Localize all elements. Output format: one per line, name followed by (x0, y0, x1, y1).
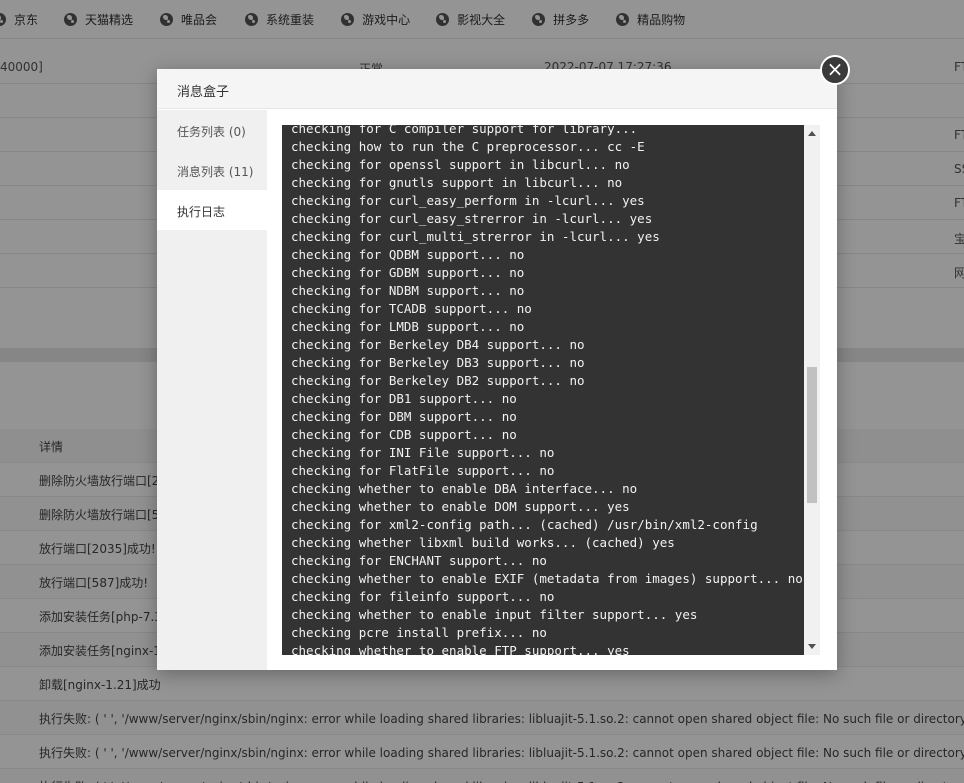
log-line: checking for curl_easy_perform in -lcurl… (291, 193, 645, 208)
dialog-sidebar: 任务列表 (0) 消息列表 (11) 执行日志 (157, 110, 267, 670)
log-line: checking whether to enable input filter … (291, 607, 698, 622)
close-icon[interactable]: × (820, 55, 850, 85)
dialog-content: checking for C compiler support for libr… (267, 110, 837, 670)
log-output: checking for C compiler support for libr… (291, 125, 803, 655)
log-scrollbar[interactable] (804, 125, 820, 655)
execution-log-console[interactable]: checking for C compiler support for libr… (282, 125, 820, 655)
log-line: checking for openssl support in libcurl.… (291, 157, 630, 172)
log-line: checking for FlatFile support... no (291, 463, 555, 478)
log-line: checking whether to enable DBA interface… (291, 481, 638, 496)
log-line: checking for fileinfo support... no (291, 589, 555, 604)
log-line: checking for NDBM support... no (291, 283, 525, 298)
tab-task-list[interactable]: 任务列表 (0) (157, 110, 267, 150)
tab-message-list[interactable]: 消息列表 (11) (157, 150, 267, 190)
log-line: checking for Berkeley DB2 support... no (291, 373, 585, 388)
log-line: checking whether libxml build works... (… (291, 535, 675, 550)
log-line: checking for ENCHANT support... no (291, 553, 547, 568)
log-line: checking for xml2-config path... (cached… (291, 517, 758, 532)
message-box-dialog: 消息盒子 任务列表 (0) 消息列表 (11) 执行日志 checking for … (157, 69, 837, 670)
log-line: checking for curl_multi_strerror in -lcu… (291, 229, 660, 244)
dialog-title: 消息盒子 (157, 69, 837, 109)
log-line: checking for GDBM support... no (291, 265, 525, 280)
scroll-down-icon[interactable] (808, 644, 816, 649)
log-line: checking whether to enable DOM support..… (291, 499, 630, 514)
log-line: checking for TCADB support... no (291, 301, 532, 316)
log-line: checking for C compiler support for libr… (291, 125, 638, 136)
log-line: checking for Berkeley DB4 support... no (291, 337, 585, 352)
log-line: checking for CDB support... no (291, 427, 517, 442)
log-line: checking pcre install prefix... no (291, 625, 547, 640)
tab-execution-log[interactable]: 执行日志 (157, 190, 267, 230)
log-line: checking for LMDB support... no (291, 319, 525, 334)
log-line: checking for curl_easy_strerror in -lcur… (291, 211, 653, 226)
log-line: checking for DB1 support... no (291, 391, 517, 406)
log-line: checking for Berkeley DB3 support... no (291, 355, 585, 370)
log-line: checking whether to enable EXIF (metadat… (291, 571, 803, 586)
scroll-up-icon[interactable] (808, 131, 816, 136)
log-line: checking for gnutls support in libcurl..… (291, 175, 623, 190)
log-line: checking for INI File support... no (291, 445, 555, 460)
log-line: checking how to run the C preprocessor..… (291, 139, 645, 154)
log-line: checking for QDBM support... no (291, 247, 525, 262)
log-line: checking for DBM support... no (291, 409, 517, 424)
log-line: checking whether to enable FTP support..… (291, 643, 630, 655)
scrollbar-thumb[interactable] (807, 367, 817, 503)
